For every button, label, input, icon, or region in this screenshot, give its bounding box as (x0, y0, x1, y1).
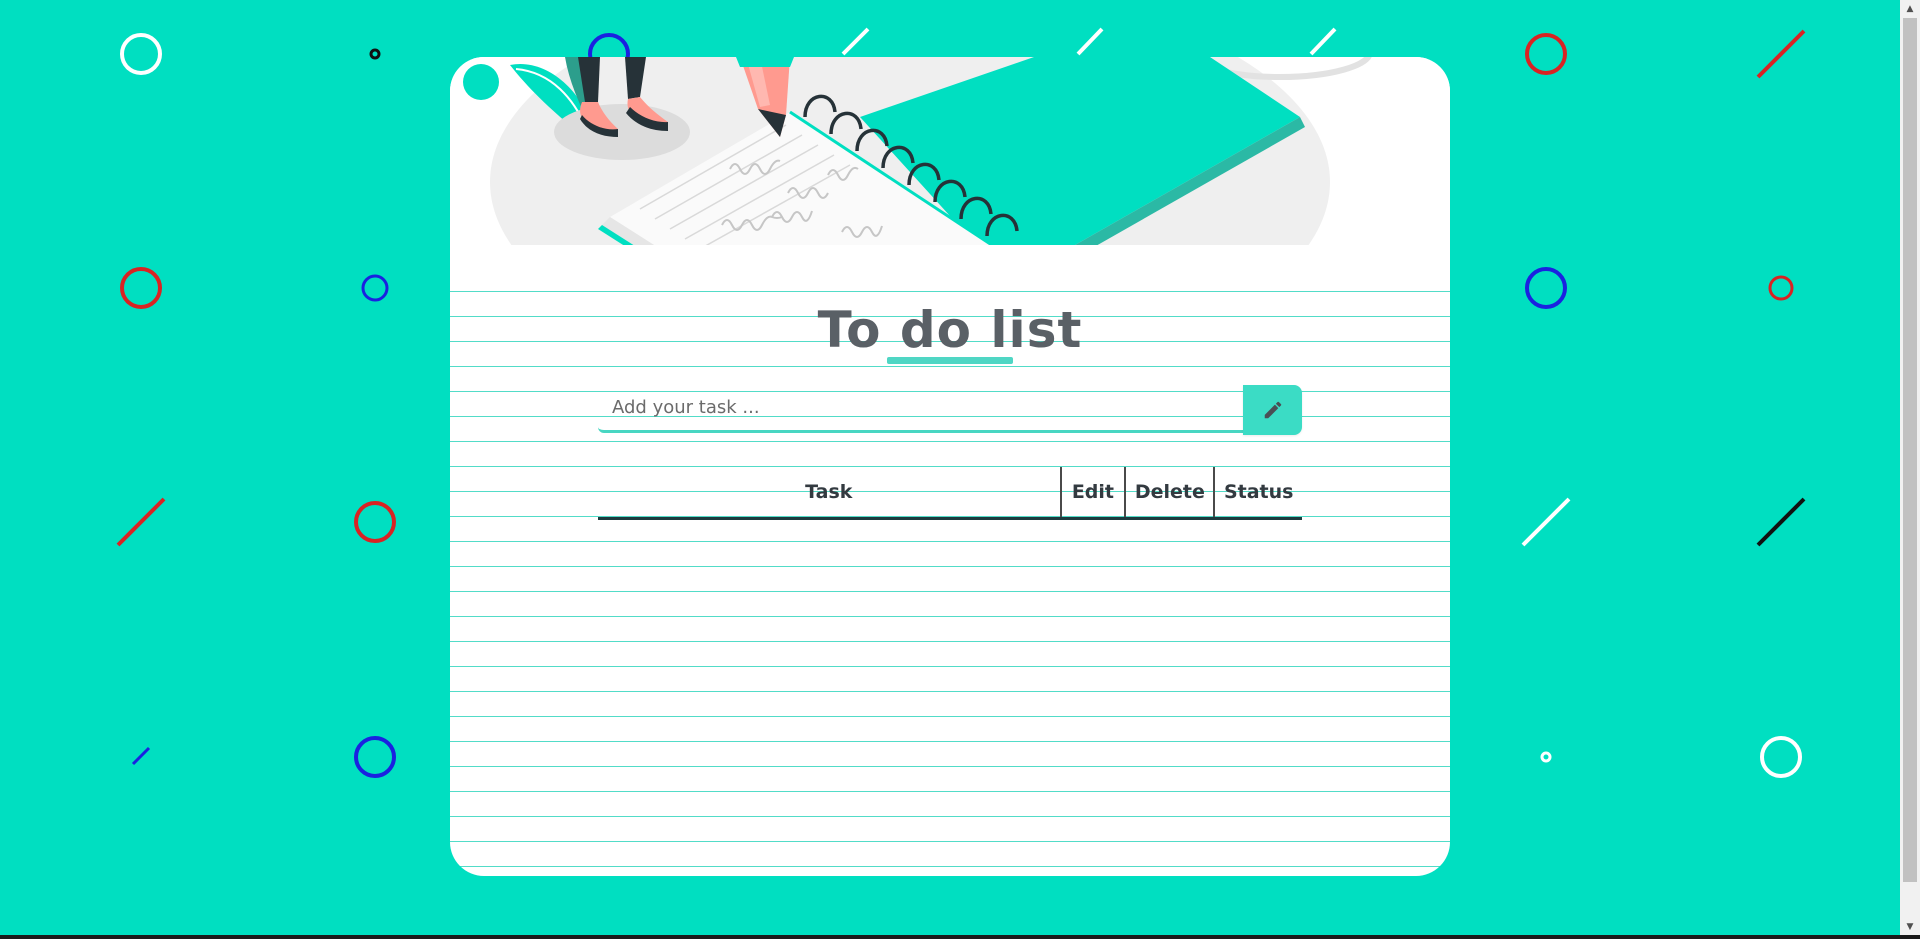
hero-illustration (463, 57, 1372, 245)
column-header-edit: Edit (1059, 467, 1126, 520)
deco-slash (841, 27, 870, 56)
add-task-form (598, 385, 1302, 437)
task-input[interactable] (598, 385, 1243, 433)
deco-circle (120, 267, 162, 309)
deco-circle (369, 48, 381, 60)
deco-slash (1309, 27, 1337, 56)
todo-card: To do list Task Edit Delete Status (450, 57, 1450, 876)
scrollbar-thumb[interactable] (1903, 18, 1917, 882)
deco-circle (1760, 736, 1802, 778)
title-underline (887, 357, 1013, 364)
page-title: To do list (817, 301, 1083, 359)
deco-circle (120, 33, 162, 75)
scroll-up-arrow-icon[interactable]: ▲ (1900, 0, 1920, 17)
deco-circle (1768, 275, 1794, 301)
deco-circle (354, 736, 396, 778)
deco-circle (1525, 267, 1567, 309)
deco-circle (361, 274, 389, 302)
vertical-scrollbar[interactable]: ▲ ▼ (1900, 0, 1920, 935)
deco-slash (131, 746, 151, 766)
task-table: Task Edit Delete Status (598, 467, 1302, 520)
window-bottom-border (0, 935, 1920, 939)
column-header-delete: Delete (1124, 467, 1215, 520)
add-task-button[interactable] (1243, 385, 1302, 435)
deco-circle (1525, 33, 1567, 75)
deco-circle (1540, 751, 1552, 763)
deco-slash (1076, 27, 1104, 56)
deco-slash (1756, 29, 1806, 79)
scroll-down-arrow-icon[interactable]: ▼ (1900, 918, 1920, 935)
table-header-row: Task Edit Delete Status (598, 467, 1302, 520)
deco-circle (354, 501, 396, 543)
deco-slash (1756, 497, 1806, 547)
column-header-status: Status (1213, 467, 1302, 520)
deco-slash (1521, 497, 1571, 547)
column-header-task: Task (598, 467, 1061, 520)
pencil-icon (1264, 401, 1281, 419)
deco-slash (116, 497, 166, 547)
